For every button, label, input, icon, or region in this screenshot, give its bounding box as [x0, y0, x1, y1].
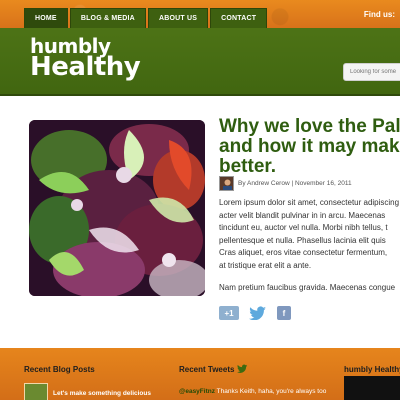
author-avatar[interactable]: [219, 176, 234, 191]
article-title[interactable]: Why we love the Pale and how it may make…: [219, 117, 400, 177]
tweet-item: @easyFitnz Thanks Keith, haha, you're al…: [179, 388, 326, 395]
share-bar: +1 f: [219, 306, 291, 320]
title-line: and how it may make: [219, 136, 400, 157]
twitter-share-button[interactable]: [249, 306, 267, 320]
nav-blog-media[interactable]: BLOG & MEDIA: [69, 8, 146, 28]
body-line: tincidunt eu, auctor vel nulla. Morbi ni…: [219, 223, 388, 232]
nav-contact[interactable]: CONTACT: [210, 8, 268, 28]
title-line: Why we love the Pale: [219, 116, 400, 137]
tweet-handle[interactable]: @easyFitnz: [179, 388, 215, 395]
body-line: pellentesque et nulla. Phasellus lacinia…: [219, 235, 386, 245]
facebook-share-button[interactable]: f: [277, 306, 291, 320]
twitter-icon: [249, 306, 266, 320]
body-line: Cras aliquet, eros vitae consectetur fer…: [219, 248, 388, 257]
recent-tweets-heading: Recent Tweets: [179, 365, 235, 374]
search-input[interactable]: [343, 63, 400, 81]
avatar-image: [220, 177, 233, 190]
find-us-label: Find us:: [363, 10, 395, 19]
nav-about-us[interactable]: ABOUT US: [147, 8, 209, 28]
article-meta: By Andrew Cerow | November 16, 2011: [219, 176, 352, 191]
nav-home[interactable]: HOME: [24, 8, 68, 28]
article-image[interactable]: [29, 120, 205, 296]
body-line: Lorem ipsum dolor sit amet, consectetur …: [219, 198, 400, 207]
recent-post-thumbnail[interactable]: [24, 383, 48, 400]
humbly-healthy-heading: humbly Healthy: [344, 365, 400, 374]
body-line: acter velit blandit pulvinar in in arcu.…: [219, 210, 386, 220]
body-line: at tristique erat elit a ante.: [219, 260, 312, 270]
salad-image: [29, 120, 205, 296]
article-body: Lorem ipsum dolor sit amet, consectetur …: [219, 197, 400, 295]
title-line: better.: [219, 156, 277, 177]
footer-widget-box: [344, 376, 400, 400]
recent-post-link[interactable]: Let's make something delicious: [53, 390, 151, 397]
google-plus-button[interactable]: +1: [219, 306, 239, 320]
main-nav: HOME BLOG & MEDIA ABOUT US CONTACT: [24, 8, 268, 28]
meta-text: By Andrew Cerow | November 16, 2011: [238, 180, 352, 187]
paragraph-2: Nam pretium faucibus gravida. Maecenas c…: [219, 282, 400, 295]
body-line: Nam pretium faucibus gravida. Maecenas c…: [219, 283, 396, 292]
logo-line-2: Healthy: [30, 52, 141, 82]
site-logo[interactable]: humbly Healthy: [30, 36, 141, 82]
recent-posts-heading: Recent Blog Posts: [24, 365, 95, 374]
tweet-text: Thanks Keith, haha, you're always too: [216, 388, 327, 395]
paragraph-1: Lorem ipsum dolor sit amet, consectetur …: [219, 197, 400, 272]
twitter-bird-icon: [237, 364, 248, 373]
